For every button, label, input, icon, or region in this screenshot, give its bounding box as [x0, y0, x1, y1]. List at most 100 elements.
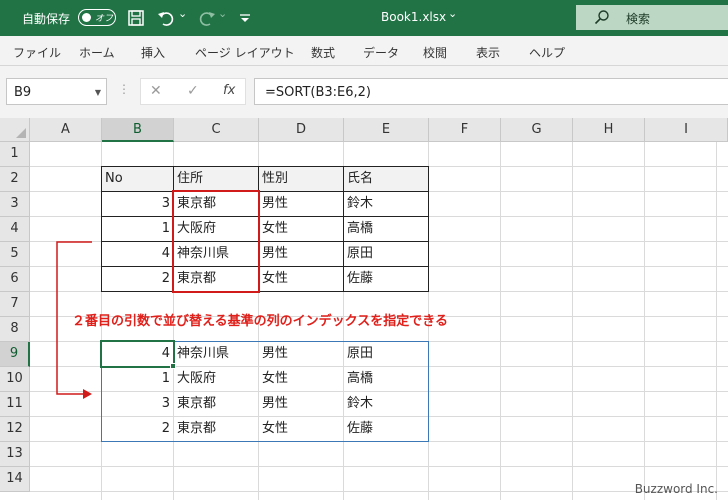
row-header-1[interactable]: 1	[0, 142, 30, 167]
splitter-dots-icon[interactable]: ⋮	[118, 82, 130, 96]
row-header-2[interactable]: 2	[0, 167, 30, 192]
column-header-a[interactable]: A	[30, 118, 102, 142]
active-cell-outline	[100, 340, 175, 368]
result-cell[interactable]: 男性	[259, 392, 343, 417]
tab-review[interactable]: 校閲	[423, 44, 447, 61]
result-cell[interactable]: 原田	[344, 342, 428, 367]
column-header-f[interactable]: F	[429, 118, 501, 142]
name-box[interactable]: B9 ▼	[6, 78, 107, 105]
column-header-b[interactable]: B	[102, 118, 174, 142]
result-cell[interactable]: 男性	[259, 342, 343, 367]
row-header-4[interactable]: 4	[0, 217, 30, 242]
table-cell[interactable]: 3	[102, 192, 173, 217]
result-cell[interactable]: 高橋	[344, 367, 428, 392]
title-bar: 自動保存 オフ ⌄ ⌄ Book1.xlsx ⌄ 検索	[0, 0, 728, 36]
table-cell[interactable]: 高橋	[344, 217, 428, 242]
result-cell[interactable]: 東京都	[174, 417, 258, 442]
row-header-6[interactable]: 6	[0, 267, 30, 292]
annotation-text: ２番目の引数で並び替える基準の列のインデックスを指定できる	[72, 314, 448, 329]
table-cell[interactable]: 女性	[259, 267, 343, 292]
autosave-state: オフ	[95, 14, 114, 24]
row-header-12[interactable]: 12	[0, 417, 30, 442]
tab-insert[interactable]: 挿入	[141, 44, 165, 61]
result-cell[interactable]: 東京都	[174, 392, 258, 417]
enter-icon[interactable]: ✓	[187, 83, 199, 99]
tab-formulas[interactable]: 数式	[311, 44, 335, 61]
row-header-9[interactable]: 9	[0, 342, 30, 367]
row-header-8[interactable]: 8	[0, 317, 30, 342]
table-cell[interactable]: 鈴木	[344, 192, 428, 217]
search-box[interactable]: 検索	[576, 5, 728, 30]
tab-help[interactable]: ヘルプ	[529, 44, 565, 61]
result-cell[interactable]: 1	[102, 367, 173, 392]
column-header-i[interactable]: I	[645, 118, 728, 142]
result-cell[interactable]: 佐藤	[344, 417, 428, 442]
result-cell[interactable]: 女性	[259, 417, 343, 442]
row-header-11[interactable]: 11	[0, 392, 30, 417]
column-header-d[interactable]: D	[259, 118, 344, 142]
table-cell[interactable]: 2	[102, 267, 173, 292]
formula-input[interactable]: =SORT(B3:E6,2)	[254, 78, 728, 105]
chevron-down-icon[interactable]: ▼	[95, 88, 101, 97]
result-cell[interactable]: 大阪府	[174, 367, 258, 392]
formula-buttons: ✕ ✓ fx	[140, 78, 246, 105]
redo-icon[interactable]	[196, 7, 218, 29]
worksheet-grid[interactable]: A B C D E F G H I 1 2 3 4 5 6 7 8 9 10 1…	[0, 118, 728, 500]
gridline	[572, 142, 573, 500]
cancel-icon[interactable]: ✕	[150, 83, 162, 99]
redo-dropdown-icon[interactable]: ⌄	[218, 7, 227, 20]
fill-handle[interactable]	[170, 363, 176, 369]
table-cell[interactable]: 男性	[259, 242, 343, 267]
row-header-7[interactable]: 7	[0, 292, 30, 317]
header-cell-name[interactable]: 氏名	[344, 167, 428, 192]
tab-view[interactable]: 表示	[476, 44, 500, 61]
result-cell[interactable]: 3	[102, 392, 173, 417]
filename-caret-icon[interactable]: ⌄	[448, 7, 457, 20]
arrow-icon	[56, 241, 92, 399]
table-cell[interactable]: 原田	[344, 242, 428, 267]
result-cell[interactable]: 鈴木	[344, 392, 428, 417]
result-cell[interactable]: 2	[102, 417, 173, 442]
select-all-corner[interactable]	[0, 118, 30, 142]
column-header-g[interactable]: G	[501, 118, 573, 142]
ribbon-tabs: ファイル ホーム 挿入 ページ レイアウト 数式 データ 校閲 表示 ヘルプ	[0, 36, 728, 66]
table-cell[interactable]: 女性	[259, 217, 343, 242]
row-header-3[interactable]: 3	[0, 192, 30, 217]
formula-text: =SORT(B3:E6,2)	[265, 85, 372, 100]
result-cell[interactable]: 女性	[259, 367, 343, 392]
insert-function-icon[interactable]: fx	[223, 83, 235, 98]
autosave-toggle[interactable]: オフ	[78, 9, 116, 26]
undo-dropdown-icon[interactable]: ⌄	[178, 7, 187, 20]
tab-page-layout[interactable]: ページ レイアウト	[195, 44, 295, 61]
search-label: 検索	[626, 12, 651, 26]
row-header-10[interactable]: 10	[0, 367, 30, 392]
column-header-h[interactable]: H	[573, 118, 645, 142]
row-header-13[interactable]: 13	[0, 442, 30, 467]
gridline	[30, 466, 728, 467]
header-cell-no[interactable]: No	[102, 167, 173, 192]
table-cell[interactable]: 男性	[259, 192, 343, 217]
table-cell[interactable]: 1	[102, 217, 173, 242]
name-box-value: B9	[14, 85, 32, 100]
file-name: Book1.xlsx	[381, 10, 447, 24]
table-border	[428, 166, 429, 292]
table-cell[interactable]: 佐藤	[344, 267, 428, 292]
gridline	[500, 142, 501, 500]
tab-data[interactable]: データ	[363, 44, 399, 61]
undo-icon[interactable]	[155, 7, 177, 29]
column-header-c[interactable]: C	[174, 118, 259, 142]
tab-home[interactable]: ホーム	[79, 44, 115, 61]
header-cell-address[interactable]: 住所	[174, 167, 258, 192]
table-cell[interactable]: 4	[102, 242, 173, 267]
result-cell[interactable]: 神奈川県	[174, 342, 258, 367]
autosave-label: 自動保存	[22, 12, 71, 26]
row-header-14[interactable]: 14	[0, 467, 30, 492]
column-header-e[interactable]: E	[344, 118, 429, 142]
toggle-knob	[82, 12, 91, 22]
tab-file[interactable]: ファイル	[13, 44, 61, 61]
header-cell-gender[interactable]: 性別	[259, 167, 343, 192]
customize-qat-icon[interactable]	[234, 7, 256, 29]
save-icon[interactable]	[125, 7, 147, 29]
gridline	[644, 142, 645, 500]
row-header-5[interactable]: 5	[0, 242, 30, 267]
